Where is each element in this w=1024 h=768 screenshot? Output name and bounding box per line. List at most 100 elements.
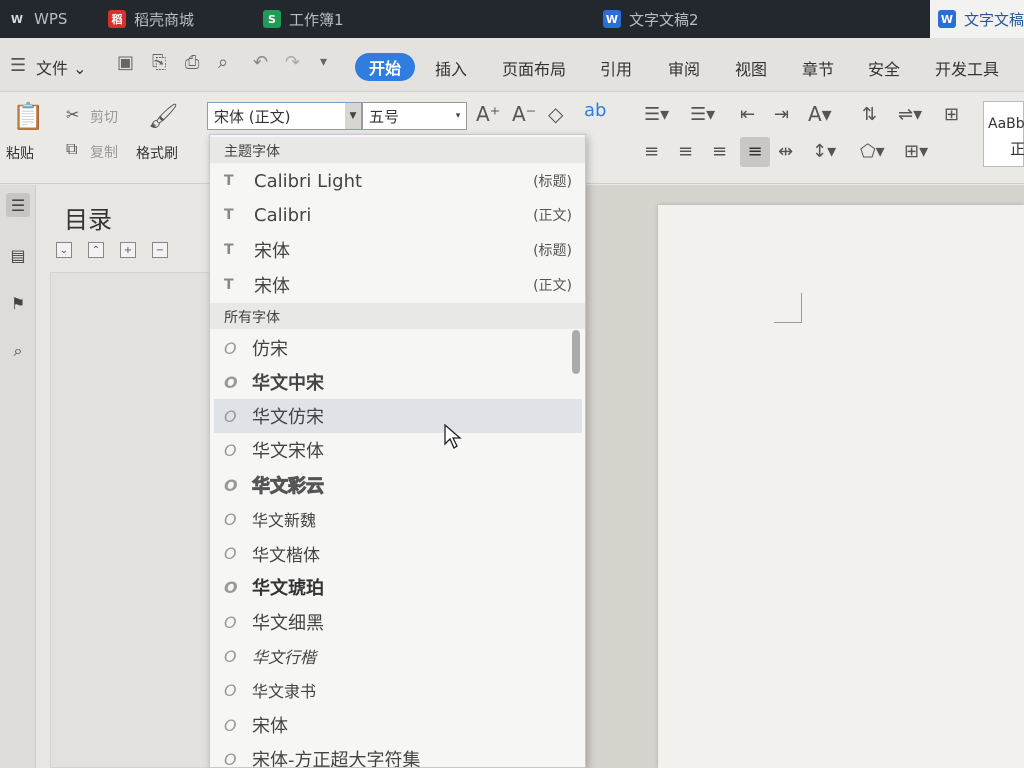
font-option-name: 宋体 — [254, 276, 290, 297]
menu-view[interactable]: 视图 — [735, 56, 767, 80]
clear-format-icon[interactable]: ◇ — [548, 104, 563, 124]
line-spacing-tool-icon[interactable]: ⇌▾ — [898, 106, 922, 124]
toc-list — [50, 272, 210, 768]
font-option[interactable]: O 仿宋 — [214, 331, 582, 365]
dropdown-scrollbar[interactable] — [572, 330, 580, 374]
font-option[interactable]: O 华文彩云 — [214, 468, 582, 502]
print-icon[interactable]: ⎙ — [185, 52, 199, 73]
copy-icon[interactable]: ⧉ — [66, 141, 77, 157]
font-option[interactable]: O 华文新魏 — [214, 502, 582, 536]
scissors-icon[interactable]: ✂ — [66, 107, 79, 123]
menu-insert[interactable]: 插入 — [435, 56, 467, 80]
collapse-all-icon[interactable]: ⌄ — [56, 242, 72, 258]
font-option[interactable]: O 华文行楷 — [214, 639, 582, 673]
shading-icon[interactable]: ⬠▾ — [860, 143, 885, 161]
cut-button[interactable]: 剪切 — [90, 107, 118, 127]
more-icon[interactable]: ▾ — [320, 54, 327, 70]
align-center-icon[interactable]: ≡ — [678, 143, 693, 161]
tab-document-active[interactable]: W 文字文稿 — [930, 0, 1024, 38]
font-option[interactable]: O 华文楷体 — [214, 536, 582, 570]
font-option[interactable]: O 华文琥珀 — [214, 570, 582, 604]
add-heading-icon[interactable]: + — [120, 242, 136, 258]
shrink-font-icon[interactable]: A⁻ — [512, 104, 536, 124]
style-preview-normal[interactable]: AaBb 正 — [983, 101, 1024, 167]
outline-icon[interactable]: ▤ — [6, 243, 30, 267]
decrease-indent-icon[interactable]: ⇤ — [740, 106, 755, 124]
numbered-list-icon[interactable]: ☰▾ — [690, 106, 715, 124]
opentype-icon: O — [224, 406, 237, 426]
grow-font-icon[interactable]: A⁺ — [476, 104, 500, 124]
font-option[interactable]: T 宋体 (标题) — [214, 233, 582, 267]
menu-start[interactable]: 开始 — [355, 53, 416, 81]
find-icon[interactable]: ⌕ — [6, 339, 30, 363]
save-icon[interactable]: ▣ — [117, 52, 134, 73]
menu-chapter[interactable]: 章节 — [802, 56, 834, 80]
bullet-list-icon[interactable]: ☰▾ — [644, 106, 669, 124]
show-hide-icon[interactable]: ⊞ — [944, 106, 959, 124]
hamburger-icon[interactable]: ☰ — [10, 55, 26, 76]
file-menu[interactable]: 文件 ⌄ — [36, 55, 87, 79]
export-icon[interactable]: ⎘ — [152, 52, 166, 73]
menu-security[interactable]: 安全 — [868, 56, 900, 80]
paste-button[interactable]: 粘贴 — [6, 143, 34, 163]
font-option[interactable]: O 华文隶书 — [214, 673, 582, 707]
align-left-icon[interactable]: ≡ — [644, 143, 659, 161]
font-option-name: 宋体 — [252, 716, 288, 737]
sort-icon[interactable]: ⇅ — [862, 106, 877, 124]
font-option[interactable]: O 华文细黑 — [214, 605, 582, 639]
text-effects-icon[interactable]: A▾ — [808, 104, 832, 124]
align-right-icon[interactable]: ≡ — [712, 143, 727, 161]
font-option-note: (标题) — [533, 174, 572, 190]
format-painter-icon[interactable]: 🖌 — [148, 104, 178, 128]
all-fonts-header: 所有字体 — [210, 303, 585, 329]
copy-button[interactable]: 复制 — [90, 142, 118, 162]
redo-icon[interactable]: ↷ — [285, 52, 300, 73]
increase-indent-icon[interactable]: ⇥ — [774, 106, 789, 124]
mouse-pointer-icon — [444, 424, 462, 449]
font-size-value: 五号 — [369, 107, 400, 126]
print-preview-icon[interactable]: ⌕ — [218, 52, 228, 73]
bookmark-icon[interactable]: ⚑ — [6, 291, 30, 315]
tab-workbook[interactable]: S 工作簿1 — [255, 0, 505, 38]
menu-references[interactable]: 引用 — [600, 56, 632, 80]
justify-icon[interactable]: ≡ — [740, 137, 770, 167]
document-icon: W — [603, 10, 621, 28]
tab-wps[interactable]: W WPS — [0, 0, 95, 38]
menu-page-layout[interactable]: 页面布局 — [502, 56, 566, 80]
opentype-icon: O — [224, 612, 237, 632]
font-size-combo[interactable]: 五号 ▾ — [362, 102, 467, 130]
font-option-name: Calibri — [254, 204, 312, 226]
truetype-icon: T — [224, 207, 234, 223]
font-option[interactable]: O 宋体-方正超大字符集 — [214, 742, 582, 768]
document-page[interactable] — [658, 205, 1024, 768]
tab-daoke[interactable]: 稻 稻壳商城 — [100, 0, 250, 38]
font-name-combo[interactable]: 宋体 (正文) ▼ — [207, 102, 362, 130]
font-option[interactable]: O 华文宋体 — [214, 433, 582, 467]
undo-icon[interactable]: ↶ — [253, 52, 268, 73]
toc-icon[interactable]: ☰ — [6, 193, 30, 217]
font-option-name: 华文隶书 — [252, 682, 317, 701]
tab-bar: W WPS 稻 稻壳商城 S 工作簿1 W 文字文稿2 W 文字文稿 — [0, 0, 1024, 38]
document-icon: W — [938, 10, 956, 28]
menu-review[interactable]: 审阅 — [668, 56, 700, 80]
phonetic-guide-icon[interactable]: ab — [584, 102, 606, 120]
border-icon[interactable]: ⊞▾ — [904, 143, 928, 161]
font-option[interactable]: T Calibri (正文) — [214, 198, 582, 232]
font-option[interactable]: O 华文中宋 — [214, 365, 582, 399]
line-spacing-icon[interactable]: ↕▾ — [812, 143, 836, 161]
distribute-icon[interactable]: ⇹ — [778, 143, 793, 161]
style-preview-label: 正 — [1010, 140, 1024, 158]
paste-icon[interactable]: 📋 — [12, 104, 44, 130]
font-option-highlighted[interactable]: O 华文仿宋 — [214, 399, 582, 433]
tab-document2[interactable]: W 文字文稿2 — [595, 0, 845, 38]
format-painter-button[interactable]: 格式刷 — [136, 143, 178, 163]
menu-developer[interactable]: 开发工具 — [935, 56, 999, 80]
chevron-down-icon[interactable]: ▾ — [450, 103, 466, 129]
font-option[interactable]: O 宋体 — [214, 708, 582, 742]
font-option-name: 华文新魏 — [252, 511, 317, 530]
font-option[interactable]: T 宋体 (正文) — [214, 268, 582, 302]
chevron-down-icon[interactable]: ▼ — [345, 103, 361, 129]
font-option[interactable]: T Calibri Light (标题) — [214, 164, 582, 198]
remove-heading-icon[interactable]: − — [152, 242, 168, 258]
expand-all-icon[interactable]: ⌃ — [88, 242, 104, 258]
